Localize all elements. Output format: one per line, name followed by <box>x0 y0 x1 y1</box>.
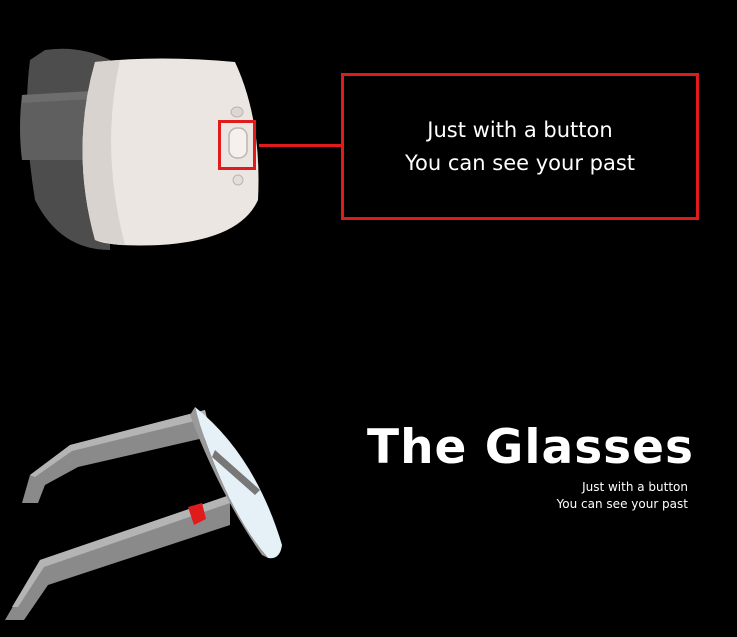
callout-line-2: You can see your past <box>405 150 635 175</box>
subtitle-line-1: Just with a button <box>582 480 688 494</box>
page-title: The Glasses <box>367 420 694 475</box>
slide-canvas: Just with a button You can see your past… <box>0 0 737 637</box>
callout-connector <box>259 144 342 147</box>
callout-box: Just with a button You can see your past <box>341 73 699 220</box>
subtitle: Just with a button You can see your past <box>557 479 688 513</box>
callout-line-1: Just with a button <box>427 117 613 142</box>
smart-glasses-icon <box>5 407 282 620</box>
button-highlight-box <box>218 120 256 170</box>
subtitle-line-2: You can see your past <box>556 497 688 511</box>
